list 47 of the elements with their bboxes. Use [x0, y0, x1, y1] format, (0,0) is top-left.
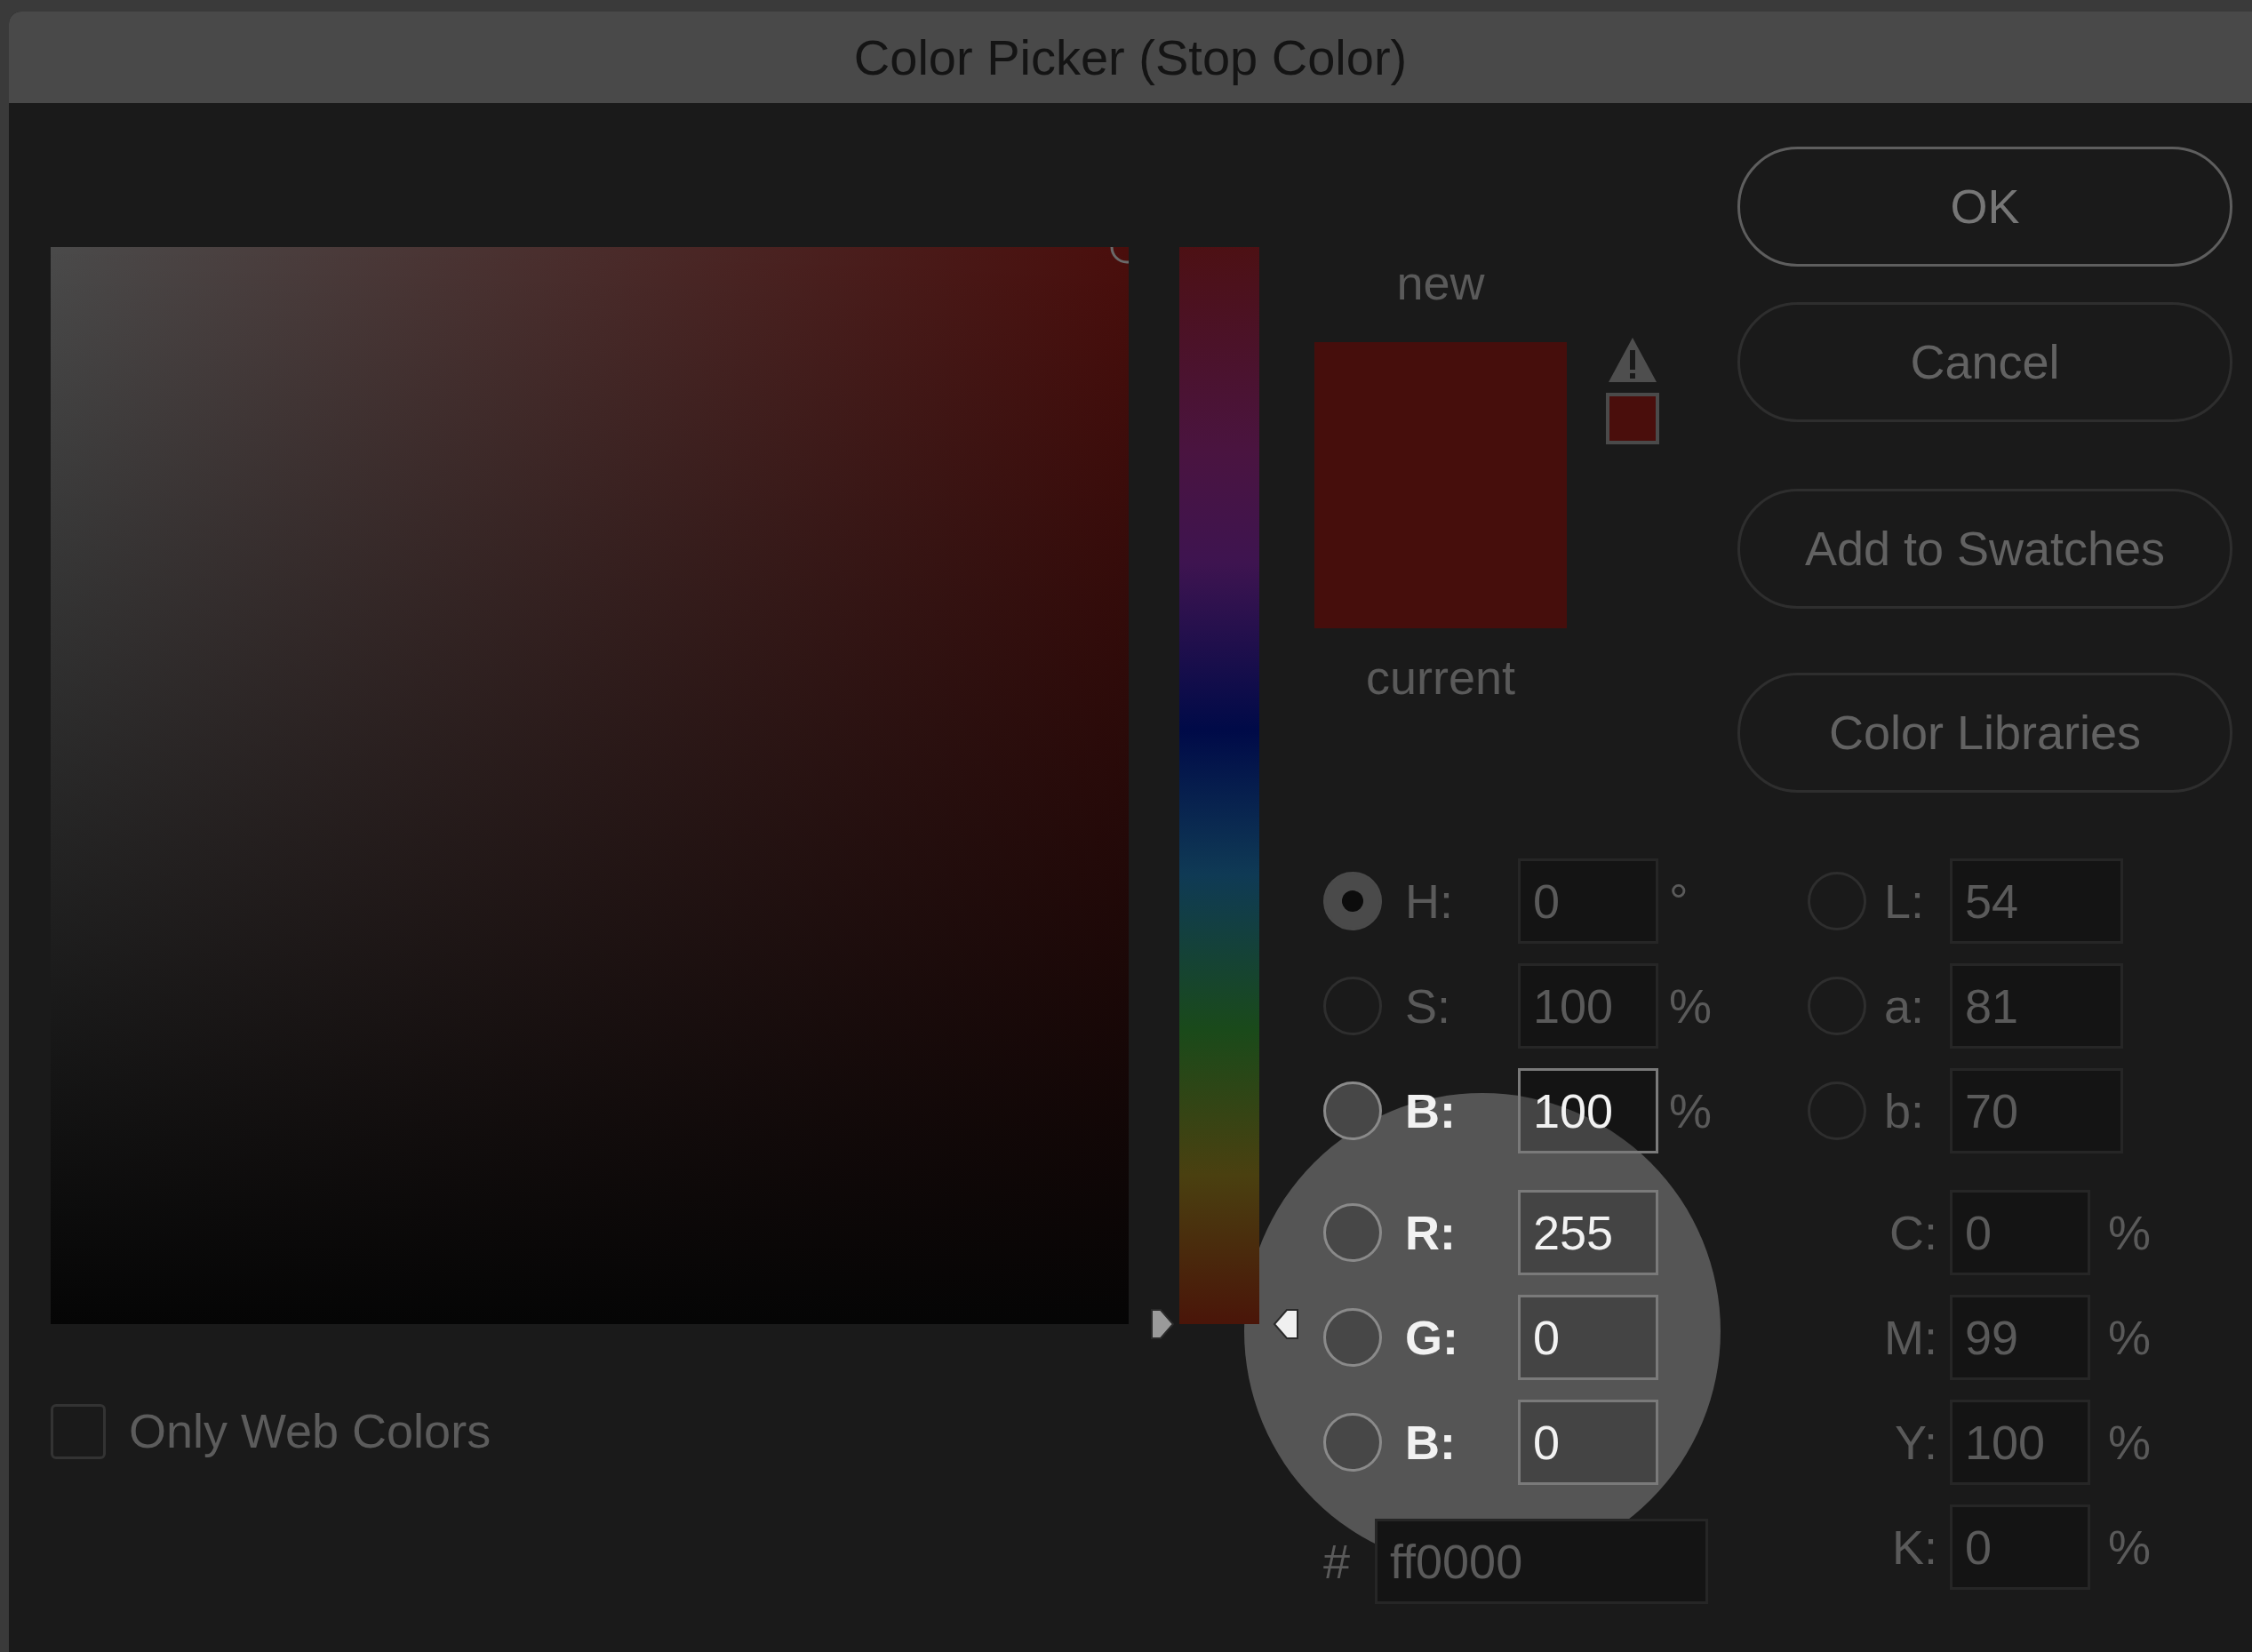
unit-label: °	[1669, 873, 1689, 930]
unit-label: %	[1669, 1082, 1712, 1139]
hex-label: #	[1323, 1533, 1352, 1590]
field-label: G:	[1405, 1309, 1459, 1366]
field-label: L:	[1884, 873, 1926, 930]
number-field[interactable]: 255	[1518, 1190, 1658, 1275]
dialog-button[interactable]: Color Libraries	[1737, 673, 2232, 793]
unit-label: %	[2108, 1414, 2151, 1471]
number-field[interactable]: 0	[1950, 1190, 2090, 1275]
number-field[interactable]: 0	[1518, 858, 1658, 944]
checkbox-label: Only Web Colors	[129, 1403, 491, 1459]
number-field[interactable]: 0	[1950, 1504, 2090, 1590]
dialog-button[interactable]: OK	[1737, 147, 2232, 267]
dialog-button[interactable]: Add to Swatches	[1737, 489, 2232, 609]
hue-slider-thumb[interactable]	[1150, 1306, 1301, 1342]
number-field[interactable]: 100	[1518, 963, 1658, 1049]
checkbox[interactable]	[51, 1403, 106, 1459]
field-label: K:	[1890, 1519, 1938, 1576]
dialog-button[interactable]: Cancel	[1737, 302, 2232, 422]
field-label: C:	[1889, 1204, 1938, 1261]
hex-field[interactable]: ff0000	[1375, 1519, 1708, 1604]
current-label: current	[1365, 653, 1516, 701]
field-label: H:	[1405, 873, 1454, 930]
field-label: B:	[1405, 1082, 1457, 1139]
number-field[interactable]: 81	[1950, 963, 2123, 1049]
number-field[interactable]: 54	[1950, 858, 2123, 944]
color-field[interactable]	[51, 247, 1129, 1324]
field-label: Y:	[1893, 1414, 1938, 1471]
field-label: R:	[1405, 1204, 1457, 1261]
number-field[interactable]: 0	[1518, 1295, 1658, 1380]
unit-label: %	[2108, 1204, 2151, 1261]
unit-label: %	[2108, 1309, 2151, 1366]
number-field[interactable]: 70	[1950, 1068, 2123, 1153]
unit-label: %	[1669, 978, 1712, 1034]
number-field[interactable]: 100	[1518, 1068, 1658, 1153]
field-label: S:	[1405, 978, 1452, 1034]
field-label: M:	[1883, 1309, 1938, 1366]
gamut-swatch[interactable]	[1606, 393, 1659, 444]
number-field[interactable]: 100	[1950, 1400, 2090, 1485]
field-label: b:	[1884, 1082, 1926, 1139]
number-field[interactable]: 99	[1950, 1295, 2090, 1380]
field-label: a:	[1884, 978, 1926, 1034]
number-field[interactable]: 0	[1518, 1400, 1658, 1485]
field-label: B:	[1405, 1414, 1457, 1471]
new-label: new	[1396, 259, 1485, 307]
warning-icon[interactable]	[1607, 336, 1658, 384]
unit-label: %	[2108, 1519, 2151, 1576]
